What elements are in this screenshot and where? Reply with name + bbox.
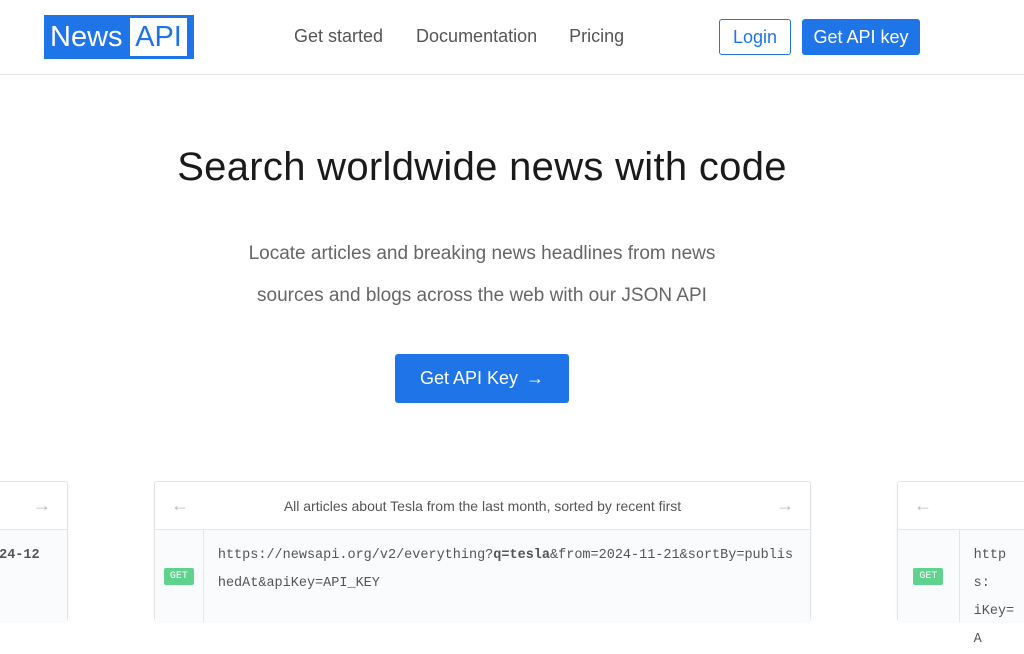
url-query: q=tesla [493, 548, 551, 563]
url-part: https://newsapi.org/v2/everything? [217, 548, 494, 563]
logo-api: API [130, 18, 187, 56]
example-card-left: → 024-12 [0, 481, 68, 622]
logo[interactable]: News API [44, 15, 194, 59]
nav-get-started[interactable]: Get started [294, 26, 383, 47]
cta-label: Get API Key [419, 368, 519, 388]
hero-subtitle: Locate articles and breaking news headli… [0, 233, 964, 317]
hero-get-api-key-button[interactable]: Get API Key → [395, 354, 569, 403]
subtitle-line: sources and blogs across the web with ou… [257, 285, 707, 306]
get-api-key-button[interactable]: Get API key [802, 19, 920, 55]
arrow-left-icon[interactable]: ← [171, 495, 189, 516]
logo-news: News [50, 20, 123, 53]
url-part: iKey=A [973, 604, 1015, 647]
subtitle-line: Locate articles and breaking news headli… [248, 243, 716, 264]
hero-title: Search worldwide news with code [177, 145, 787, 189]
login-button[interactable]: Login [719, 19, 791, 55]
nav-pricing[interactable]: Pricing [569, 26, 624, 47]
example-title: All articles about Tesla from the last m… [283, 497, 682, 514]
request-url: https: iKey=A [960, 530, 1024, 647]
url-part: https: [973, 548, 1007, 591]
arrow-right-icon: → [526, 368, 545, 388]
arrow-right-icon[interactable]: → [776, 495, 794, 516]
get-badge: GET [163, 567, 194, 585]
get-badge: GET [913, 567, 944, 585]
arrow-left-icon[interactable]: ← [914, 495, 932, 516]
arrow-right-icon[interactable]: → [33, 495, 51, 516]
request-url: 024-12 [0, 548, 40, 563]
example-card-center: ← All articles about Tesla from the last… [154, 481, 811, 622]
nav-documentation[interactable]: Documentation [416, 26, 537, 47]
request-url[interactable]: https://newsapi.org/v2/everything?q=tesl… [204, 530, 810, 622]
top-nav: News API Get started Documentation Prici… [0, 0, 1024, 75]
example-card-right: ← GET https: iKey=A [897, 481, 1024, 647]
